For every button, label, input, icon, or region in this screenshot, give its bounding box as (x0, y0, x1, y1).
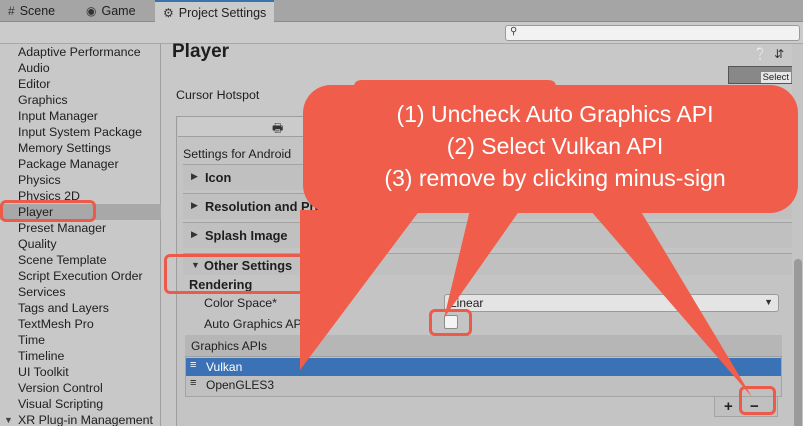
callout-line-2: (2) Select Vulkan API (446, 133, 664, 159)
callout-bubble (300, 80, 798, 397)
callout-line-1: (1) Uncheck Auto Graphics API (396, 101, 714, 127)
callout-line-3: (3) remove by clicking minus-sign (384, 165, 726, 191)
callout-text: (1) Uncheck Auto Graphics API (2) Select… (320, 98, 790, 194)
